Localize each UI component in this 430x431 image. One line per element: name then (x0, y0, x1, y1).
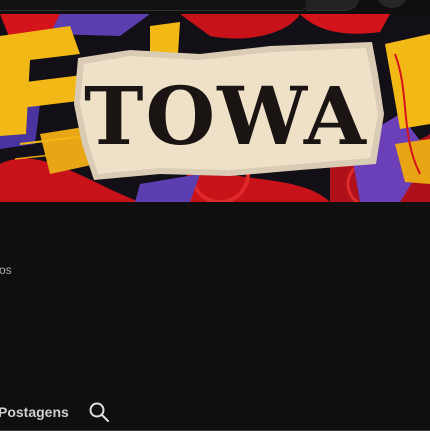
banner-title: TOWA (84, 69, 368, 163)
banner-artwork: TOWA (0, 14, 430, 202)
top-bar (0, 0, 430, 14)
voice-search-button[interactable] (378, 0, 406, 8)
search-icon[interactable] (88, 401, 110, 423)
search-input[interactable] (0, 0, 308, 11)
channel-tabs: Postagens (0, 395, 430, 431)
search-button[interactable] (306, 0, 359, 11)
channel-banner: TOWA (0, 14, 430, 202)
channel-subscriber-count: os (0, 263, 12, 277)
tab-posts[interactable]: Postagens (0, 404, 69, 420)
